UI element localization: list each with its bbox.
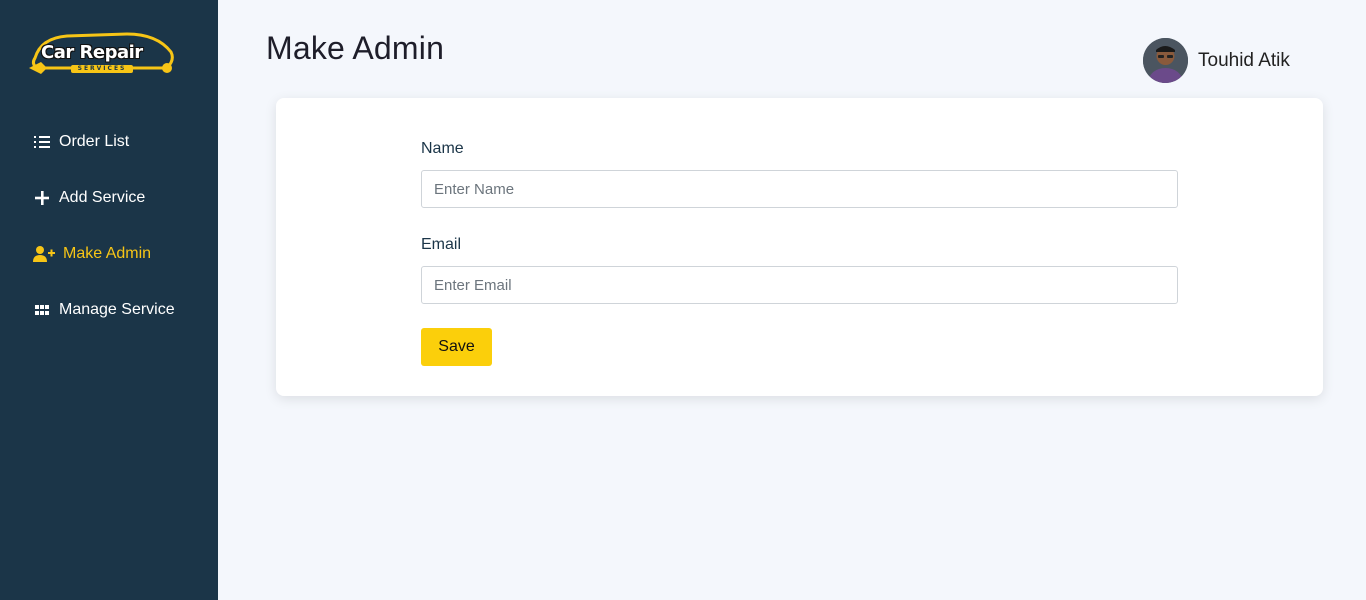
sidebar-item-label: Add Service (59, 189, 146, 206)
sidebar-item-label: Order List (59, 133, 130, 150)
user-name: Touhid Atik (1198, 49, 1290, 71)
user-profile[interactable]: Touhid Atik (1143, 38, 1290, 83)
user-avatar-icon (1143, 38, 1188, 83)
save-button[interactable]: Save (421, 328, 492, 366)
email-input[interactable] (421, 266, 1178, 304)
sidebar-item-make-admin[interactable]: Make Admin (0, 236, 218, 272)
ordered-list-icon (33, 134, 51, 150)
page-title: Make Admin (266, 30, 445, 66)
name-input[interactable] (421, 170, 1178, 208)
user-plus-icon (33, 246, 55, 262)
sidebar-item-add-service[interactable]: Add Service (0, 180, 218, 216)
brand-name: Car Repair (41, 42, 143, 63)
sidebar-nav: Order List Add Service Make Admin Manage… (0, 124, 218, 348)
sidebar: Car Repair SERVICES Order List Add Servi… (0, 0, 218, 600)
grid-icon (33, 302, 51, 318)
sidebar-item-manage-service[interactable]: Manage Service (0, 292, 218, 328)
sidebar-item-order-list[interactable]: Order List (0, 124, 218, 160)
sidebar-item-label: Make Admin (63, 245, 152, 262)
brand-tagline: SERVICES (71, 65, 133, 73)
sidebar-item-label: Manage Service (59, 301, 175, 318)
make-admin-form-card: Name Email Save (276, 98, 1323, 396)
brand-logo[interactable]: Car Repair SERVICES (27, 28, 177, 82)
plus-icon (33, 190, 51, 206)
avatar[interactable] (1143, 38, 1188, 83)
email-label: Email (421, 236, 462, 253)
name-label: Name (421, 140, 464, 157)
